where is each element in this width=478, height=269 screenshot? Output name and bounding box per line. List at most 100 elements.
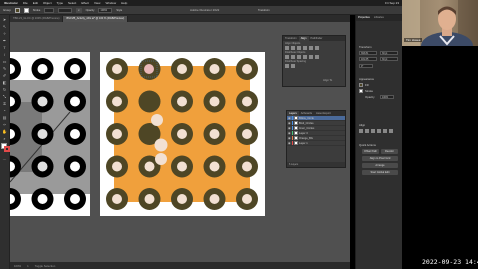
status-mode[interactable]: Toggle Selection <box>35 264 56 268</box>
tab-transform[interactable]: Transform <box>283 36 299 41</box>
width-tool-icon[interactable]: ⧖ <box>2 101 8 106</box>
tab-artboards[interactable]: Artboards <box>299 111 314 116</box>
visibility-eye-icon[interactable]: ◉ <box>288 126 291 130</box>
direct-selection-tool-icon[interactable]: ↖ <box>2 24 8 29</box>
align-vcenter-icon[interactable] <box>309 46 313 50</box>
stroke-swatch[interactable] <box>23 7 29 13</box>
align-bottom-icon[interactable] <box>315 46 319 50</box>
tab-asset-export[interactable]: Asset Export <box>314 111 333 116</box>
layer-name[interactable]: Billow_Circle <box>299 117 314 120</box>
props-align-right-icon[interactable] <box>371 129 375 133</box>
align-right-icon[interactable] <box>297 46 301 50</box>
layer-name[interactable]: Inner_Circles <box>299 127 314 130</box>
fill-swatch[interactable] <box>14 7 20 13</box>
opacity-field-props[interactable]: 100% <box>380 95 394 99</box>
layer-name[interactable]: Layer 3 <box>299 132 308 135</box>
align-left-icon[interactable] <box>285 46 289 50</box>
type-tool-icon[interactable]: T <box>2 45 8 50</box>
zoom-level[interactable]: 100% <box>14 264 21 268</box>
brush-dropdown[interactable]: ▾ <box>76 7 82 13</box>
visibility-eye-icon[interactable]: ◉ <box>288 136 291 140</box>
dist-right-icon[interactable] <box>315 55 319 59</box>
props-align-center-icon[interactable] <box>365 129 369 133</box>
stroke-profile-field[interactable] <box>58 7 73 13</box>
tab-libraries[interactable]: Libraries <box>372 15 386 21</box>
dist-left-icon[interactable] <box>303 55 307 59</box>
opacity-label[interactable]: Opacity <box>86 9 95 12</box>
stroke-weight-field[interactable] <box>44 7 55 13</box>
visibility-eye-icon[interactable]: ◉ <box>288 131 291 135</box>
fill-color-chip[interactable] <box>359 83 363 87</box>
artboard-left[interactable] <box>10 52 90 216</box>
menu-type[interactable]: Type <box>57 1 64 5</box>
x-field[interactable]: 363.81 <box>359 51 377 55</box>
visibility-eye-icon[interactable]: ◉ <box>288 116 291 120</box>
props-align-middle-icon[interactable] <box>383 129 387 133</box>
rotate-tool-icon[interactable]: ↻ <box>2 87 8 92</box>
opacity-field[interactable]: 100% <box>98 7 113 13</box>
tab-properties[interactable]: Properties <box>356 15 372 21</box>
start-global-edit-button[interactable]: Start Global Edit <box>362 170 398 175</box>
gradient-tool-icon[interactable]: ▤ <box>2 115 8 120</box>
edit-toolbar-icon[interactable]: ⋯ <box>2 157 8 162</box>
line-tool-icon[interactable]: / <box>2 52 8 57</box>
menu-file[interactable]: File <box>23 1 28 5</box>
w-field[interactable]: 30 pt <box>380 51 398 55</box>
rectangle-tool-icon[interactable]: ▭ <box>2 59 8 64</box>
style-label[interactable]: Style <box>116 9 122 12</box>
menu-view[interactable]: View <box>94 1 100 5</box>
transform-link[interactable]: Transform <box>258 9 270 12</box>
zoom-tool-icon[interactable]: ⌕ <box>2 136 8 141</box>
scale-tool-icon[interactable]: ⤡ <box>2 94 8 99</box>
canvas[interactable]: Transform Align Pathfinder Align Objects… <box>10 22 350 262</box>
props-align-left-icon[interactable] <box>359 129 363 133</box>
artboard-right[interactable] <box>100 52 265 216</box>
pen-tool-icon[interactable]: ✒ <box>2 38 8 43</box>
align-pixel-grid-button[interactable]: Align to Pixel Grid <box>362 156 398 161</box>
menu-select[interactable]: Select <box>68 1 76 5</box>
layer-row[interactable]: ◉ Layer 1 <box>287 141 345 146</box>
arrange-button[interactable]: Arrange <box>362 163 398 168</box>
artboard-number[interactable]: 1 <box>27 264 29 268</box>
tab-align[interactable]: Align <box>298 36 309 41</box>
layer-name[interactable]: Orange_BG <box>299 137 313 140</box>
fill-stroke-swatches[interactable] <box>1 143 10 155</box>
stroke-color-chip[interactable] <box>359 89 363 93</box>
drag-circle-3[interactable] <box>155 153 167 165</box>
dist-space-v-icon[interactable] <box>285 64 289 68</box>
y-field[interactable]: 181.65 <box>359 57 377 61</box>
layer-name[interactable]: Bind_Circles <box>299 122 314 125</box>
menu-help[interactable]: Help <box>121 1 127 5</box>
layer-name[interactable]: Layer 1 <box>299 142 308 145</box>
recolor-button[interactable]: Recolor <box>381 149 398 154</box>
drag-circle-2[interactable] <box>154 138 168 152</box>
props-align-top-icon[interactable] <box>377 129 381 133</box>
align-top-icon[interactable] <box>303 46 307 50</box>
offset-path-button[interactable]: Offset Path <box>362 149 379 154</box>
dist-top-icon[interactable] <box>285 55 289 59</box>
magic-wand-icon[interactable]: ✧ <box>2 31 8 36</box>
h-field[interactable]: 30 pt <box>380 57 398 61</box>
eyedropper-icon[interactable]: ✑ <box>2 122 8 127</box>
dist-bottom-icon[interactable] <box>297 55 301 59</box>
menu-app-name[interactable]: Illustrator <box>4 1 18 5</box>
angle-field[interactable]: 0° <box>359 64 373 68</box>
dist-hcenter-icon[interactable] <box>309 55 313 59</box>
hand-tool-icon[interactable]: ✋ <box>2 129 8 134</box>
visibility-eye-icon[interactable]: ◉ <box>288 141 291 145</box>
drag-circle-1[interactable] <box>151 114 163 126</box>
eraser-icon[interactable]: ◧ <box>2 80 8 85</box>
stroke-label[interactable]: Stroke <box>33 9 41 12</box>
menu-effect[interactable]: Effect <box>81 1 89 5</box>
visibility-eye-icon[interactable]: ◉ <box>288 121 291 125</box>
props-align-bottom-icon[interactable] <box>389 129 393 133</box>
menu-window[interactable]: Window <box>105 1 116 5</box>
align-hcenter-icon[interactable] <box>291 46 295 50</box>
paintbrush-icon[interactable]: ✎ <box>2 66 8 71</box>
dist-vcenter-icon[interactable] <box>291 55 295 59</box>
menu-object[interactable]: Object <box>43 1 52 5</box>
shape-builder-icon[interactable]: ◔ <box>2 108 8 113</box>
menu-edit[interactable]: Edit <box>33 1 38 5</box>
shaper-tool-icon[interactable]: ✐ <box>2 73 8 78</box>
dist-space-h-icon[interactable] <box>291 64 295 68</box>
